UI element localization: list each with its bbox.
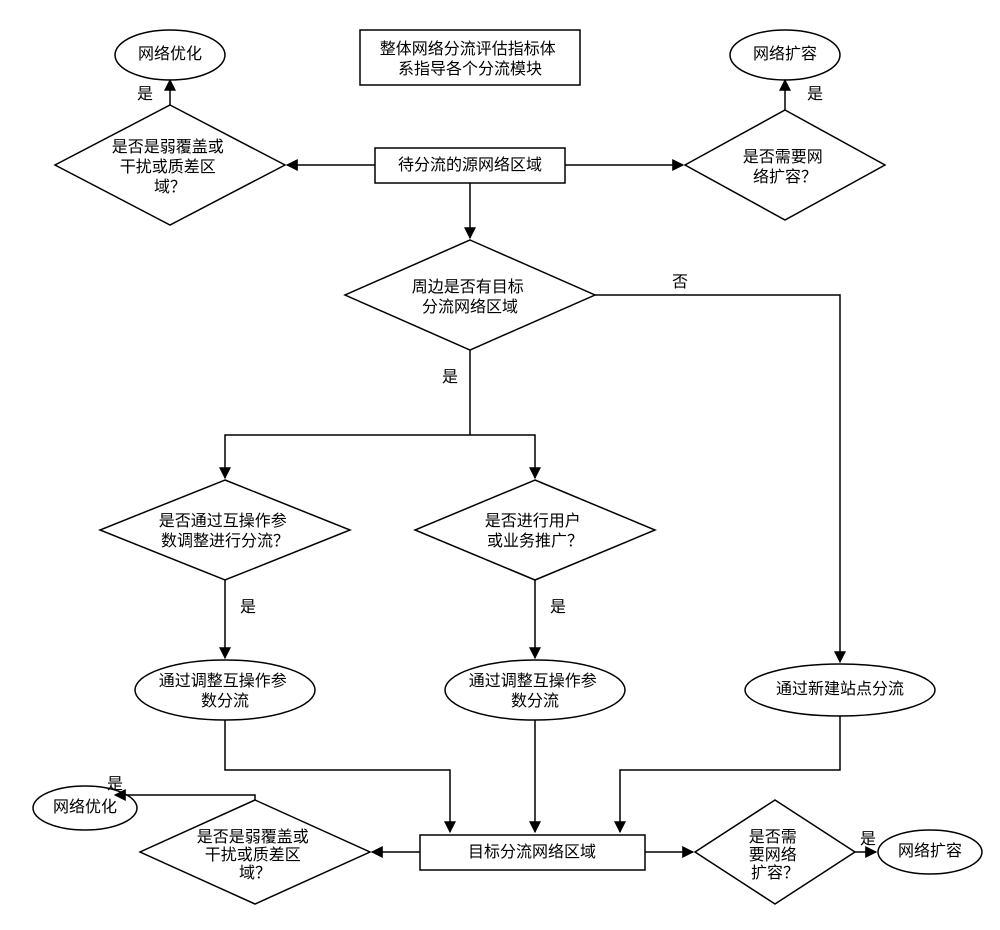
node-network-expand-bottom: 网络扩容 [878,830,982,874]
node-source-area: 待分流的源网络区域 [375,148,565,183]
node-network-expand-top: 网络扩容 [730,30,840,80]
edge-near-no-to-newsite [595,295,840,662]
node-action-adjust2: 通过调整互操作参 数分流 [445,660,625,720]
edge-weakbot-to-optbot [115,795,255,800]
edge-split-left [225,435,470,478]
label-no-1: 否 [672,274,688,291]
node-user-promo: 是否进行用户 或业务推广？ [415,480,655,580]
svg-text:是否需 要网络 扩容？: 是否需 要网络 扩容？ [749,828,801,882]
edge-split-right [470,435,535,478]
edge-newsite-to-target [620,716,840,832]
node-action-adjust1: 通过调整互操作参 数分流 [135,660,315,720]
svg-text:待分流的源网络区域: 待分流的源网络区域 [398,155,542,174]
svg-text:网络扩容: 网络扩容 [898,841,962,860]
node-need-expand-top: 是否需要网 络扩容？ [685,110,885,220]
node-weak-coverage-bottom: 是否是弱覆盖或 干扰或质差区 域？ [140,800,370,904]
label-yes-2: 是 [807,86,823,103]
node-title-box: 整体网络分流评估指标体 系指导各个分流模块 [360,30,580,85]
node-need-expand-bottom: 是否需 要网络 扩容？ [695,800,855,904]
node-interop-adjust: 是否通过互操作参 数调整进行分流？ [100,480,350,580]
node-action-newsite: 通过新建站点分流 [745,664,935,716]
node-network-optimize-top: 网络优化 [115,30,225,80]
svg-text:通过新建站点分流: 通过新建站点分流 [776,680,904,698]
label-yes-6: 是 [107,776,123,793]
label-yes-4: 是 [240,599,256,616]
node-target-area: 目标分流网络区域 [420,835,645,870]
node-has-target-nearby: 周边是否有目标 分流网络区域 [345,240,595,350]
label-yes-7: 是 [860,831,876,848]
svg-text:目标分流网络区域: 目标分流网络区域 [468,842,596,861]
svg-text:网络扩容: 网络扩容 [753,44,817,63]
label-yes-1: 是 [137,86,153,103]
flowchart-canvas: 网络优化 整体网络分流评估指标体 系指导各个分流模块 网络扩容 是否是弱覆盖或 … [0,0,1000,930]
label-yes-3: 是 [442,369,458,386]
node-weak-coverage-top: 是否是弱覆盖或 干扰或质差区 域？ [55,105,285,225]
svg-text:网络优化: 网络优化 [53,797,117,816]
label-yes-5: 是 [550,599,566,616]
svg-text:网络优化: 网络优化 [138,44,202,63]
